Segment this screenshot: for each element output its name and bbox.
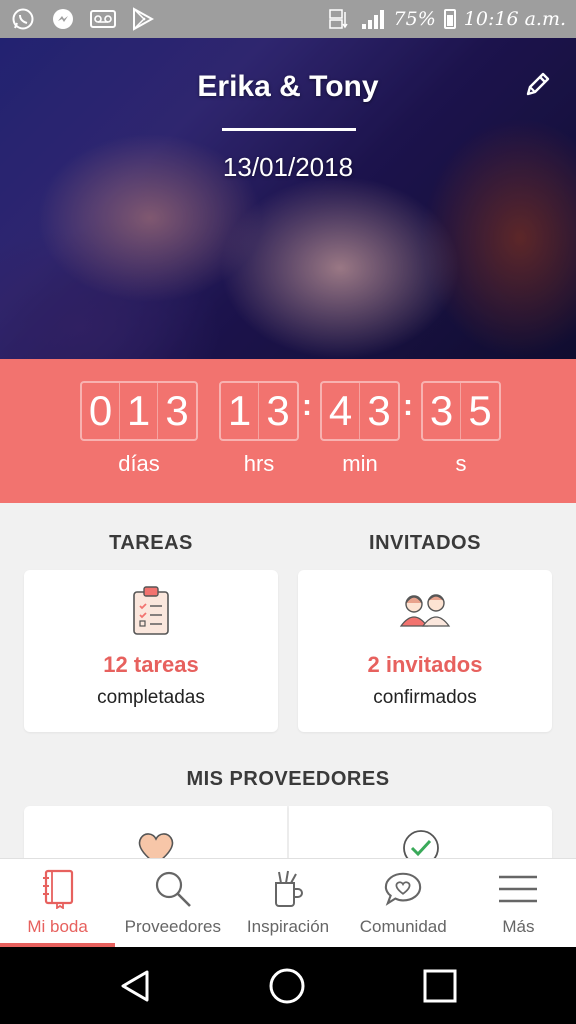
- voicemail-icon: [90, 6, 116, 32]
- pencil-icon: [526, 72, 550, 96]
- vendors-title: MIS PROVEEDORES: [186, 768, 390, 790]
- nav-item-mas[interactable]: Más: [461, 859, 576, 947]
- chat-heart-icon: [383, 869, 423, 909]
- edit-button[interactable]: [522, 68, 554, 100]
- system-status: 75% 10:16 a.m.: [326, 6, 566, 32]
- countdown-separator: :: [403, 389, 413, 422]
- countdown-separator: :: [302, 389, 312, 422]
- countdown-label-minutes: min: [342, 451, 378, 476]
- nav-item-comunidad[interactable]: Comunidad: [346, 859, 461, 947]
- app-screen: 75% 10:16 a.m. Erika & Tony 13/01/2018 0…: [0, 0, 576, 1024]
- countdown-label-hours: hrs: [243, 451, 275, 476]
- clock: 10:16 a.m.: [463, 8, 566, 30]
- battery-icon: [443, 9, 456, 29]
- guests-card[interactable]: 2 invitados confirmados: [298, 570, 552, 732]
- menu-icon: [498, 869, 538, 909]
- countdown-digit: 3: [367, 387, 391, 434]
- nav-label: Proveedores: [124, 917, 221, 936]
- battery-percent: 75%: [393, 8, 436, 30]
- nav-label: Inspiración: [246, 917, 330, 936]
- wedding-date: 13/01/2018: [222, 152, 354, 182]
- notebook-icon: [38, 869, 78, 909]
- recents-square-icon: [423, 969, 457, 1003]
- tasks-card[interactable]: 12 tareas completadas: [24, 570, 278, 732]
- messenger-icon: [50, 6, 76, 32]
- guests-couple-icon: [398, 590, 452, 634]
- tasks-count: 12 tareas: [103, 652, 199, 677]
- system-navigation-bar: [0, 947, 576, 1024]
- tasks-title: TAREAS: [109, 532, 193, 554]
- search-icon: [153, 869, 193, 909]
- recents-button[interactable]: [420, 966, 460, 1006]
- notification-icons: [10, 6, 156, 32]
- nav-label: Comunidad: [359, 917, 447, 936]
- nav-item-proveedores[interactable]: Proveedores: [115, 859, 230, 947]
- tasks-status: completadas: [97, 687, 205, 708]
- countdown-minutes: 4 3: [320, 381, 400, 441]
- countdown-days: 0 1 3: [80, 381, 198, 441]
- countdown-digit: 5: [468, 387, 492, 434]
- countdown-digit: 1: [221, 383, 259, 439]
- couple-photo-header: Erika & Tony 13/01/2018: [0, 38, 576, 359]
- countdown-seconds: 3 5: [421, 381, 501, 441]
- countdown-digit: 0: [82, 383, 120, 439]
- status-bar: 75% 10:16 a.m.: [0, 0, 576, 38]
- countdown-digit: 3: [423, 383, 461, 439]
- countdown-digit: 3: [266, 387, 290, 434]
- home-circle-icon: [269, 968, 305, 1004]
- data-signal-icon: [326, 6, 352, 32]
- whatsapp-icon: [10, 6, 36, 32]
- guests-status: confirmados: [373, 687, 477, 708]
- countdown-digit: 4: [322, 383, 360, 439]
- countdown-digit: 3: [165, 387, 189, 434]
- bottom-navigation: Mi boda Proveedores Inspiración Comunida…: [0, 858, 576, 947]
- signal-bars-icon: [360, 6, 386, 32]
- home-button[interactable]: [267, 966, 307, 1006]
- guests-title: INVITADOS: [369, 532, 481, 554]
- title-divider: [222, 128, 356, 131]
- inspiration-icon: [268, 869, 308, 909]
- wedding-countdown: 0 1 3 1 3 : 4 3 : 3 5 días hrs min s: [0, 359, 576, 503]
- countdown-hours: 1 3: [219, 381, 299, 441]
- nav-label: Mi boda: [27, 917, 88, 936]
- nav-label: Más: [502, 917, 535, 936]
- countdown-label-seconds: s: [455, 451, 467, 476]
- nav-item-mi-boda[interactable]: Mi boda: [0, 859, 116, 947]
- clipboard-checklist-icon: [131, 584, 171, 640]
- back-button[interactable]: [115, 966, 155, 1006]
- guests-count: 2 invitados: [367, 652, 483, 677]
- nav-item-inspiracion[interactable]: Inspiración: [230, 859, 345, 947]
- play-store-icon: [130, 6, 156, 32]
- countdown-digit: 1: [120, 383, 158, 439]
- couple-names: Erika & Tony: [197, 70, 379, 103]
- back-triangle-icon: [121, 970, 149, 1002]
- countdown-label-days: días: [118, 451, 160, 476]
